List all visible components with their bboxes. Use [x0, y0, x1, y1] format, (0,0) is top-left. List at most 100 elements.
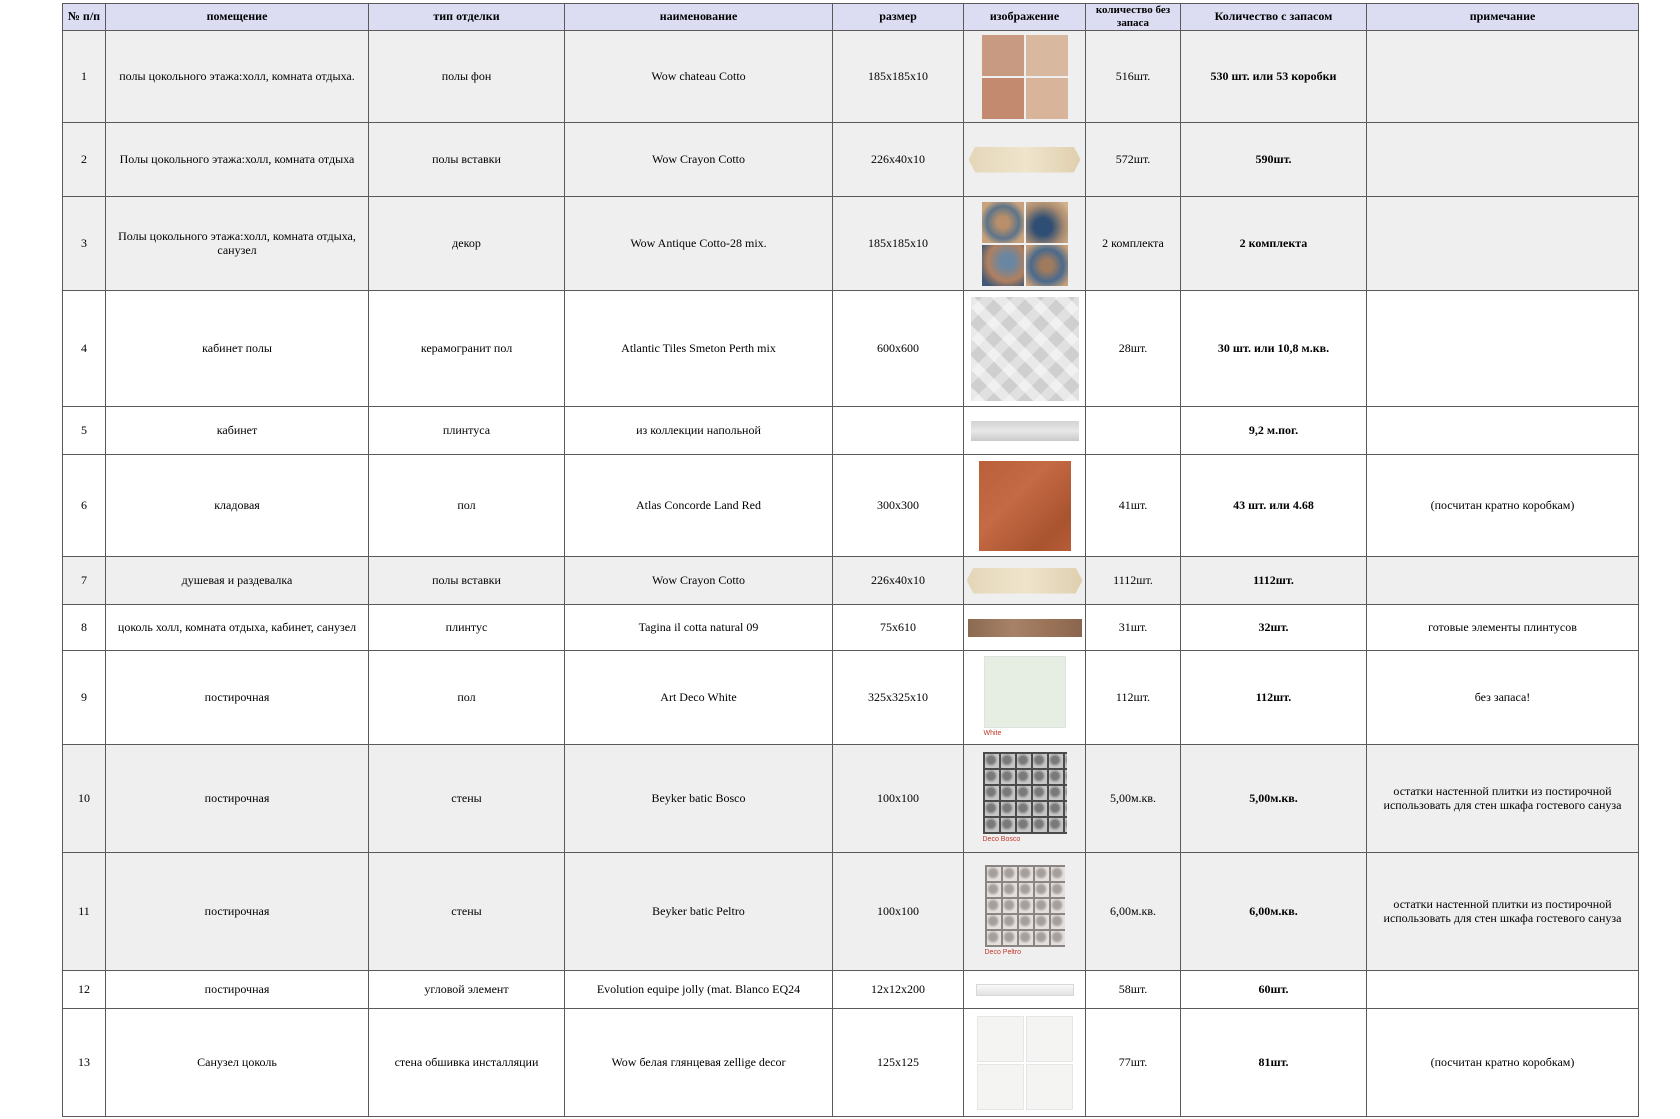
cell-qty-reserve: 81шт.: [1180, 1008, 1367, 1117]
cell-num: 2: [62, 122, 106, 197]
header-finish-type: тип отделки: [368, 3, 565, 31]
cell-num: 6: [62, 454, 106, 557]
antique-cotto-tile-image: [981, 201, 1068, 286]
cell-finish: керамогранит пол: [368, 290, 565, 407]
cell-qty: 1112шт.: [1085, 556, 1181, 605]
art-deco-white-tile-image: [983, 656, 1066, 729]
cell-name: Evolution equipe jolly (mat. Blanco EQ24: [564, 970, 833, 1009]
cell-num: 3: [62, 196, 106, 291]
cell-name: Art Deco White: [564, 650, 833, 745]
crayon-cotto-strip-image: [968, 146, 1081, 173]
cell-num: 12: [62, 970, 106, 1009]
cell-size: 100x100: [832, 744, 964, 853]
cell-num: 4: [62, 290, 106, 407]
cell-finish: стена обшивка инсталляции: [368, 1008, 565, 1117]
cell-room: цоколь холл, комната отдыха, кабинет, са…: [105, 604, 369, 651]
land-red-tile-image: [978, 460, 1071, 551]
cell-name: Wow Crayon Cotto: [564, 122, 833, 197]
cell-size: 226x40x10: [832, 556, 964, 605]
jolly-corner-element-image: [975, 983, 1074, 996]
cell-image: [963, 1008, 1086, 1117]
batic-bosco-figure: Deco Bosco: [982, 752, 1067, 844]
cell-num: 8: [62, 604, 106, 651]
cell-qty: 5,00м.кв.: [1085, 744, 1181, 853]
cell-num: 13: [62, 1008, 106, 1117]
grey-plinth-image: [970, 420, 1079, 441]
image-caption: Deco Bosco: [982, 836, 1021, 844]
table-row: 10 постирочная стены Beyker batic Bosco …: [62, 744, 1639, 853]
table-row: 6 кладовая пол Atlas Concorde Land Red 3…: [62, 454, 1639, 557]
table-row: 3 Полы цокольного этажа:холл, комната от…: [62, 196, 1639, 291]
cell-image: [963, 970, 1086, 1009]
cell-note: [1366, 196, 1639, 291]
cell-image: [963, 30, 1086, 123]
table-row: 5 кабинет плинтуса из коллекции напольно…: [62, 406, 1639, 455]
header-qty-reserve: Количество с запасом: [1180, 3, 1367, 31]
cell-image: [963, 454, 1086, 557]
cell-qty: 112шт.: [1085, 650, 1181, 745]
cell-size: 300x300: [832, 454, 964, 557]
cell-size: 185x185x10: [832, 196, 964, 291]
cell-finish: полы вставки: [368, 556, 565, 605]
cell-room: Санузел цоколь: [105, 1008, 369, 1117]
cell-size: 12x12x200: [832, 970, 964, 1009]
cell-qty-reserve: 5,00м.кв.: [1180, 744, 1367, 853]
cell-name: Atlas Concorde Land Red: [564, 454, 833, 557]
cell-size: 325x325x10: [832, 650, 964, 745]
cell-qty: 31шт.: [1085, 604, 1181, 651]
header-num: № п/п: [62, 3, 106, 31]
cell-finish: плинтуса: [368, 406, 565, 455]
table-row: 4 кабинет полы керамогранит пол Atlantic…: [62, 290, 1639, 407]
cell-qty-reserve: 32шт.: [1180, 604, 1367, 651]
cell-room: Полы цокольного этажа:холл, комната отды…: [105, 196, 369, 291]
cell-num: 5: [62, 406, 106, 455]
cell-note: без запаса!: [1366, 650, 1639, 745]
crayon-cotto-strip-image: [966, 567, 1083, 594]
table-row: 12 постирочная угловой элемент Evolution…: [62, 970, 1639, 1009]
table-row: 9 постирочная пол Art Deco White 325x325…: [62, 650, 1639, 745]
cell-size: 185x185x10: [832, 30, 964, 123]
cell-qty-reserve: 30 шт. или 10,8 м.кв.: [1180, 290, 1367, 407]
cell-finish: декор: [368, 196, 565, 291]
header-room: помещение: [105, 3, 369, 31]
cell-image: [963, 196, 1086, 291]
table-row: 8 цоколь холл, комната отдыха, кабинет, …: [62, 604, 1639, 651]
cell-room: полы цокольного этажа:холл, комната отды…: [105, 30, 369, 123]
cell-qty-reserve: 1112шт.: [1180, 556, 1367, 605]
header-name: наименование: [564, 3, 833, 31]
cell-finish: пол: [368, 650, 565, 745]
cell-room: постирочная: [105, 852, 369, 971]
header-note: примечание: [1366, 3, 1639, 31]
cell-qty-reserve: 60шт.: [1180, 970, 1367, 1009]
cell-name: Atlantic Tiles Smeton Perth mix: [564, 290, 833, 407]
cell-num: 10: [62, 744, 106, 853]
batic-peltro-figure: Deco Peltro: [984, 865, 1065, 957]
cell-room: кабинет полы: [105, 290, 369, 407]
cell-finish: стены: [368, 852, 565, 971]
cell-qty: 6,00м.кв.: [1085, 852, 1181, 971]
cell-name: Wow chateau Cotto: [564, 30, 833, 123]
cell-qty: 516шт.: [1085, 30, 1181, 123]
cell-image: White: [963, 650, 1086, 745]
cell-qty-reserve: 6,00м.кв.: [1180, 852, 1367, 971]
cell-name: Wow Antique Cotto-28 mix.: [564, 196, 833, 291]
cell-finish: пол: [368, 454, 565, 557]
cell-num: 11: [62, 852, 106, 971]
cell-note: [1366, 290, 1639, 407]
cell-qty-reserve: 112шт.: [1180, 650, 1367, 745]
cell-room: постирочная: [105, 650, 369, 745]
cell-image: [963, 122, 1086, 197]
image-caption: White: [983, 730, 1002, 738]
tagina-plinth-image: [967, 618, 1082, 637]
header-size: размер: [832, 3, 964, 31]
cell-qty-reserve: 43 шт. или 4.68: [1180, 454, 1367, 557]
cell-qty: [1085, 406, 1181, 455]
cell-size: 75x610: [832, 604, 964, 651]
zellige-white-tile-image: [976, 1015, 1073, 1110]
cell-room: постирочная: [105, 744, 369, 853]
cell-size: 100x100: [832, 852, 964, 971]
cell-name: Wow Crayon Cotto: [564, 556, 833, 605]
art-deco-white-figure: White: [983, 656, 1066, 738]
cell-note: готовые элементы плинтусов: [1366, 604, 1639, 651]
cell-room: душевая и раздевалка: [105, 556, 369, 605]
